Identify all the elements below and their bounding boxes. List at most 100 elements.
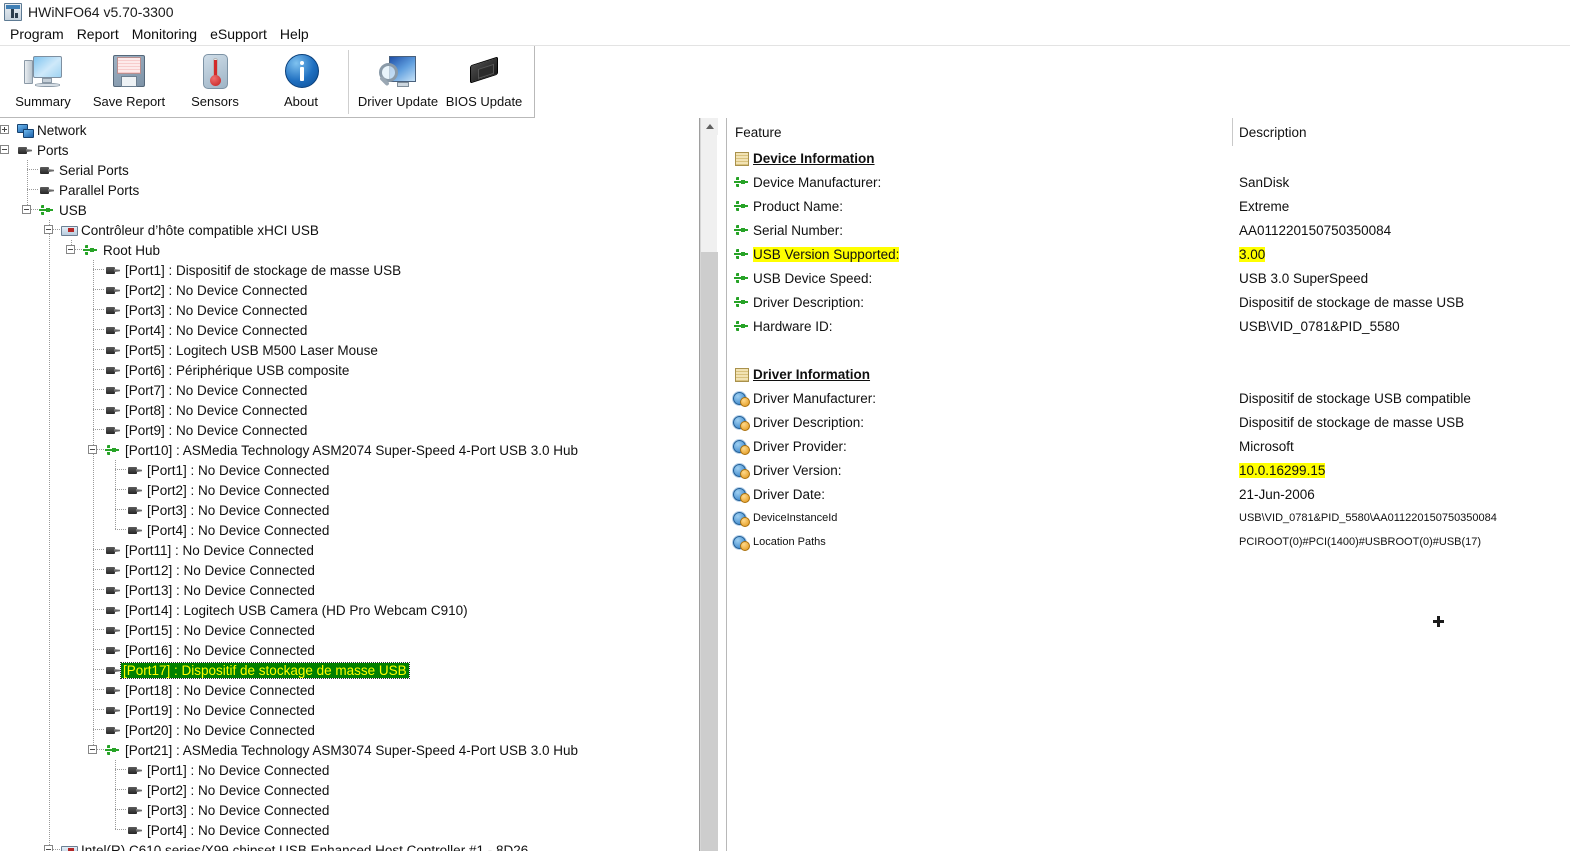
tree-node[interactable]: [Port17] : Dispositif de stockage de mas… xyxy=(0,660,699,680)
bios-update-button[interactable]: BIOS Update xyxy=(441,46,527,116)
title-bar: HWiNFO64 v5.70-3300 xyxy=(0,0,1570,24)
tree-node[interactable]: [Port2] : No Device Connected xyxy=(0,480,699,500)
column-header-description[interactable]: Description xyxy=(1239,125,1307,140)
tree-collapse-button[interactable] xyxy=(66,245,75,254)
tree-collapse-button[interactable] xyxy=(0,145,9,154)
detail-row[interactable]: DeviceInstanceId USB\VID_0781&PID_5580\AA… xyxy=(727,506,1570,530)
tree-node[interactable]: [Port20] : No Device Connected xyxy=(0,720,699,740)
tree-collapse-button[interactable] xyxy=(88,745,97,754)
tree-node[interactable]: Contrôleur d’hôte compatible xHCI USB xyxy=(0,220,699,240)
menu-monitoring[interactable]: Monitoring xyxy=(128,25,206,44)
detail-section-header[interactable]: Device Information xyxy=(727,146,1570,170)
tree-connector-vertical xyxy=(93,340,94,360)
scrollbar-thumb[interactable] xyxy=(701,252,718,851)
tree-node[interactable]: [Port1] : Dispositif de stockage de mass… xyxy=(0,260,699,280)
tree-guide-line xyxy=(49,680,50,700)
detail-row[interactable]: Serial Number: AA011220150750350084 xyxy=(727,218,1570,242)
menu-program[interactable]: Program xyxy=(6,25,73,44)
about-button[interactable]: About xyxy=(258,46,344,116)
tree-node[interactable]: [Port21] : ASMedia Technology ASM3074 Su… xyxy=(0,740,699,760)
tree-connector xyxy=(93,389,104,390)
detail-row[interactable]: Hardware ID: USB\VID_0781&PID_5580 xyxy=(727,314,1570,338)
tree-collapse-button[interactable] xyxy=(44,845,53,851)
tree-guide-line xyxy=(49,240,50,260)
tree-node[interactable]: Parallel Ports xyxy=(0,180,699,200)
column-divider[interactable] xyxy=(1232,118,1233,146)
tree-node[interactable]: Intel(R) C610 series/X99 chipset USB Enh… xyxy=(0,840,699,851)
tree-node-label: [Port3] : No Device Connected xyxy=(147,802,330,818)
tree-node[interactable]: [Port3] : No Device Connected xyxy=(0,800,699,820)
tree-node[interactable]: [Port4] : No Device Connected xyxy=(0,320,699,340)
tree-node[interactable]: [Port4] : No Device Connected xyxy=(0,820,699,840)
tree-expand-button[interactable] xyxy=(0,125,9,134)
tree-node[interactable]: [Port6] : Périphérique USB composite xyxy=(0,360,699,380)
port-icon xyxy=(104,563,121,577)
tree-node[interactable]: [Port2] : No Device Connected xyxy=(0,780,699,800)
port-icon xyxy=(104,543,121,557)
tree-node[interactable]: [Port13] : No Device Connected xyxy=(0,580,699,600)
description-cell: Dispositif de stockage USB compatible xyxy=(1239,386,1471,410)
detail-row[interactable]: Driver Version: 10.0.16299.15 xyxy=(727,458,1570,482)
detail-row[interactable]: Driver Provider: Microsoft xyxy=(727,434,1570,458)
column-header-feature[interactable]: Feature xyxy=(735,125,782,140)
tree-connector-vertical xyxy=(93,280,94,300)
tree-node[interactable]: [Port11] : No Device Connected xyxy=(0,540,699,560)
menu-esupport[interactable]: eSupport xyxy=(206,25,276,44)
tree-node[interactable]: [Port10] : ASMedia Technology ASM2074 Su… xyxy=(0,440,699,460)
tree-node[interactable]: Ports xyxy=(0,140,699,160)
tree-node[interactable]: [Port5] : Logitech USB M500 Laser Mouse xyxy=(0,340,699,360)
tree-node[interactable]: [Port1] : No Device Connected xyxy=(0,760,699,780)
tree-node[interactable]: [Port19] : No Device Connected xyxy=(0,700,699,720)
detail-row[interactable]: USB Device Speed: USB 3.0 SuperSpeed xyxy=(727,266,1570,290)
tree-node[interactable]: [Port4] : No Device Connected xyxy=(0,520,699,540)
tree-collapse-button[interactable] xyxy=(44,225,53,234)
tree-collapse-button[interactable] xyxy=(88,445,97,454)
tree-node[interactable]: [Port15] : No Device Connected xyxy=(0,620,699,640)
usb-icon xyxy=(733,319,750,334)
tree-guide-line xyxy=(49,460,50,480)
detail-row[interactable]: Driver Date: 21-Jun-2006 xyxy=(727,482,1570,506)
detail-row[interactable]: Device Manufacturer: SanDisk xyxy=(727,170,1570,194)
tree-node[interactable]: [Port2] : No Device Connected xyxy=(0,280,699,300)
detail-row[interactable]: Product Name: Extreme xyxy=(727,194,1570,218)
feature-cell: Product Name: xyxy=(733,194,843,218)
detail-row[interactable]: Driver Manufacturer: Dispositif de stocka… xyxy=(727,386,1570,410)
feature-label: Location Paths xyxy=(753,536,826,548)
tree-node[interactable]: [Port18] : No Device Connected xyxy=(0,680,699,700)
tree-node[interactable]: [Port16] : No Device Connected xyxy=(0,640,699,660)
tree-collapse-button[interactable] xyxy=(22,205,31,214)
menu-help[interactable]: Help xyxy=(276,25,318,44)
tree-vertical-scrollbar[interactable] xyxy=(700,118,718,851)
detail-row[interactable]: USB Version Supported: 3.00 xyxy=(727,242,1570,266)
tree-node[interactable]: [Port14] : Logitech USB Camera (HD Pro W… xyxy=(0,600,699,620)
feature-label: Driver Description: xyxy=(753,414,865,430)
tree-node[interactable]: [Port3] : No Device Connected xyxy=(0,300,699,320)
detail-row[interactable]: Driver Description: Dispositif de stockag… xyxy=(727,410,1570,434)
tree-node-label: [Port5] : Logitech USB M500 Laser Mouse xyxy=(125,342,378,358)
feature-label: Device Information xyxy=(753,150,875,166)
tree-node[interactable]: [Port9] : No Device Connected xyxy=(0,420,699,440)
detail-section-header[interactable]: Driver Information xyxy=(727,362,1570,386)
tree-node[interactable]: Serial Ports xyxy=(0,160,699,180)
feature-label: Driver Description: xyxy=(753,294,865,310)
description-cell: AA011220150750350084 xyxy=(1239,218,1391,242)
tree-node[interactable]: USB xyxy=(0,200,699,220)
scroll-up-arrow[interactable] xyxy=(701,118,718,135)
tree-node[interactable]: [Port7] : No Device Connected xyxy=(0,380,699,400)
summary-button[interactable]: Summary xyxy=(0,46,86,116)
device-tree-pane[interactable]: Network Ports Serial Ports Parallel Ports US… xyxy=(0,118,700,851)
tree-node[interactable]: Network xyxy=(0,120,699,140)
tree-node[interactable]: [Port8] : No Device Connected xyxy=(0,400,699,420)
tree-node[interactable]: [Port1] : No Device Connected xyxy=(0,460,699,480)
tree-connector-vertical xyxy=(93,720,94,740)
detail-row[interactable]: Location Paths PCIROOT(0)#PCI(1400)#USBRO… xyxy=(727,530,1570,554)
tree-node[interactable]: [Port12] : No Device Connected xyxy=(0,560,699,580)
driver-update-button[interactable]: Driver Update xyxy=(355,46,441,116)
description-cell: 3.00 xyxy=(1239,242,1266,266)
tree-node[interactable]: Root Hub xyxy=(0,240,699,260)
save-report-button[interactable]: Save Report xyxy=(86,46,172,116)
detail-row[interactable]: Driver Description: Dispositif de stockag… xyxy=(727,290,1570,314)
menu-report[interactable]: Report xyxy=(73,25,128,44)
tree-node[interactable]: [Port3] : No Device Connected xyxy=(0,500,699,520)
sensors-button[interactable]: Sensors xyxy=(172,46,258,116)
